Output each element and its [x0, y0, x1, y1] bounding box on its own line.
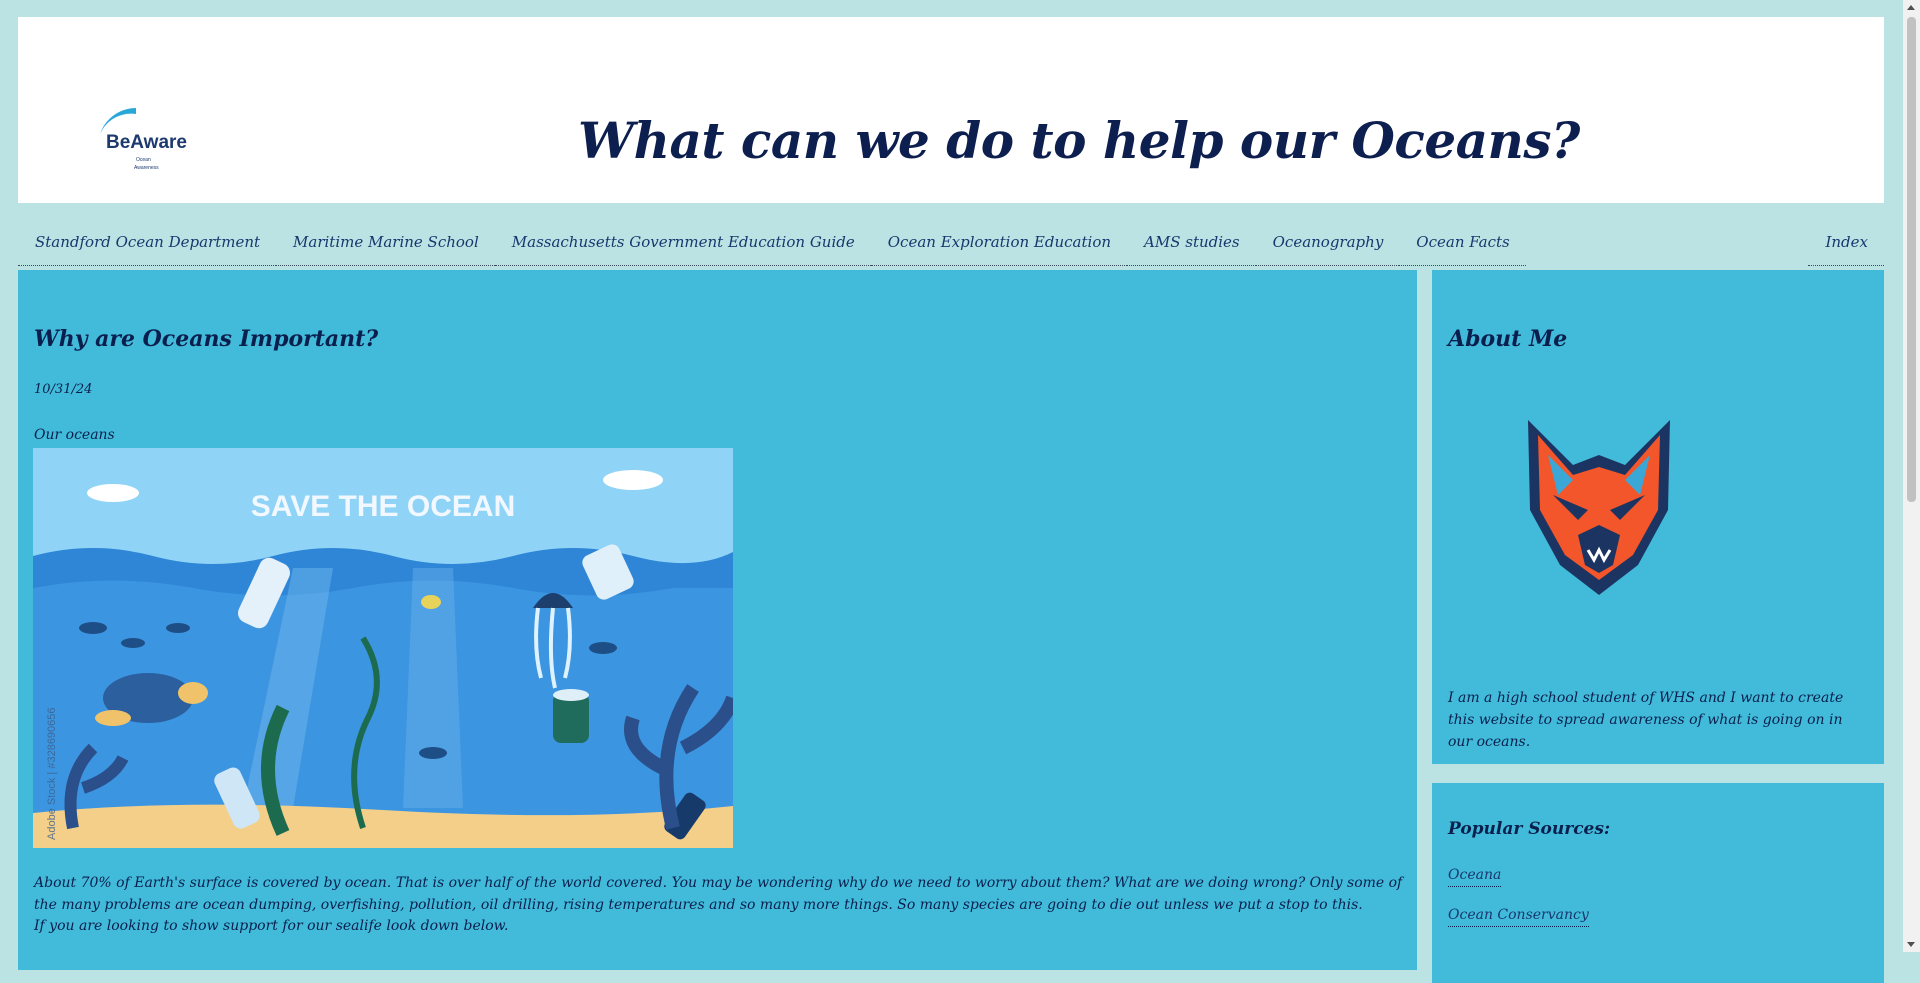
popular-sources-panel: Popular Sources: Oceana Ocean Conservanc… [1432, 783, 1884, 983]
scroll-up-icon[interactable] [1907, 5, 1915, 10]
about-title: About Me [1448, 326, 1568, 352]
image-watermark: Adobe Stock | #328690656 [46, 707, 58, 840]
nav-link-ams[interactable]: AMS studies [1127, 203, 1256, 266]
post-support: If you are looking to show support for o… [34, 918, 509, 934]
wolf-mascot-icon [1518, 415, 1680, 597]
image-caption: SAVE THE OCEAN [251, 490, 515, 523]
post-title: Why are Oceans Important? [34, 326, 379, 352]
about-text: I am a high school student of WHS and I … [1448, 690, 1844, 750]
post-date: 10/31/24 [34, 382, 93, 397]
about-me-panel: About Me I am a high school student of W… [1432, 270, 1884, 764]
logo-subtext: Ocean [136, 157, 151, 163]
logo-text: BeAware [106, 132, 187, 153]
source-link-oceana[interactable]: Oceana [1448, 867, 1502, 887]
nav-link-massachusetts[interactable]: Massachusetts Government Education Guide [494, 203, 871, 266]
nav-link-standford[interactable]: Standford Ocean Department [18, 203, 277, 266]
nav-list: Standford Ocean Department Maritime Mari… [18, 203, 1526, 266]
logo-subtext-2: Awareness [134, 165, 159, 171]
nav-link-ocean-facts[interactable]: Ocean Facts [1399, 203, 1526, 266]
site-header: BeAware Ocean Awareness What can we do t… [18, 17, 1884, 203]
scroll-down-icon[interactable] [1907, 942, 1915, 947]
nav-link-oceanography[interactable]: Oceanography [1255, 203, 1400, 266]
scroll-thumb[interactable] [1907, 17, 1916, 502]
save-the-ocean-image: SAVE THE OCEAN Adobe Stock | #328690656 [33, 448, 733, 848]
logo-mark-icon: BeAware Ocean Awareness [94, 108, 187, 184]
nav-link-ocean-exploration[interactable]: Ocean Exploration Education [870, 203, 1128, 266]
ocean-illustration-icon: SAVE THE OCEAN Adobe Stock | #328690656 [33, 448, 733, 848]
sources-title: Popular Sources: [1448, 819, 1611, 839]
post-intro: Our oceans [34, 427, 115, 443]
beaware-logo[interactable]: BeAware Ocean Awareness [84, 104, 190, 190]
nav-link-maritime[interactable]: Maritime Marine School [276, 203, 495, 266]
nav-right: Index [1808, 203, 1884, 266]
page-scrollbar[interactable] [1903, 0, 1920, 952]
post-body: About 70% of Earth's surface is covered … [34, 875, 1403, 913]
main-nav: Standford Ocean Department Maritime Mari… [18, 203, 1884, 266]
page-title: What can we do to help our Oceans? [578, 110, 1580, 170]
source-link-ocean-conservancy[interactable]: Ocean Conservancy [1448, 907, 1589, 927]
main-post: Why are Oceans Important? 10/31/24 Our o… [18, 270, 1417, 970]
wolf-head-icon [1528, 420, 1670, 595]
nav-link-index[interactable]: Index [1808, 203, 1884, 266]
